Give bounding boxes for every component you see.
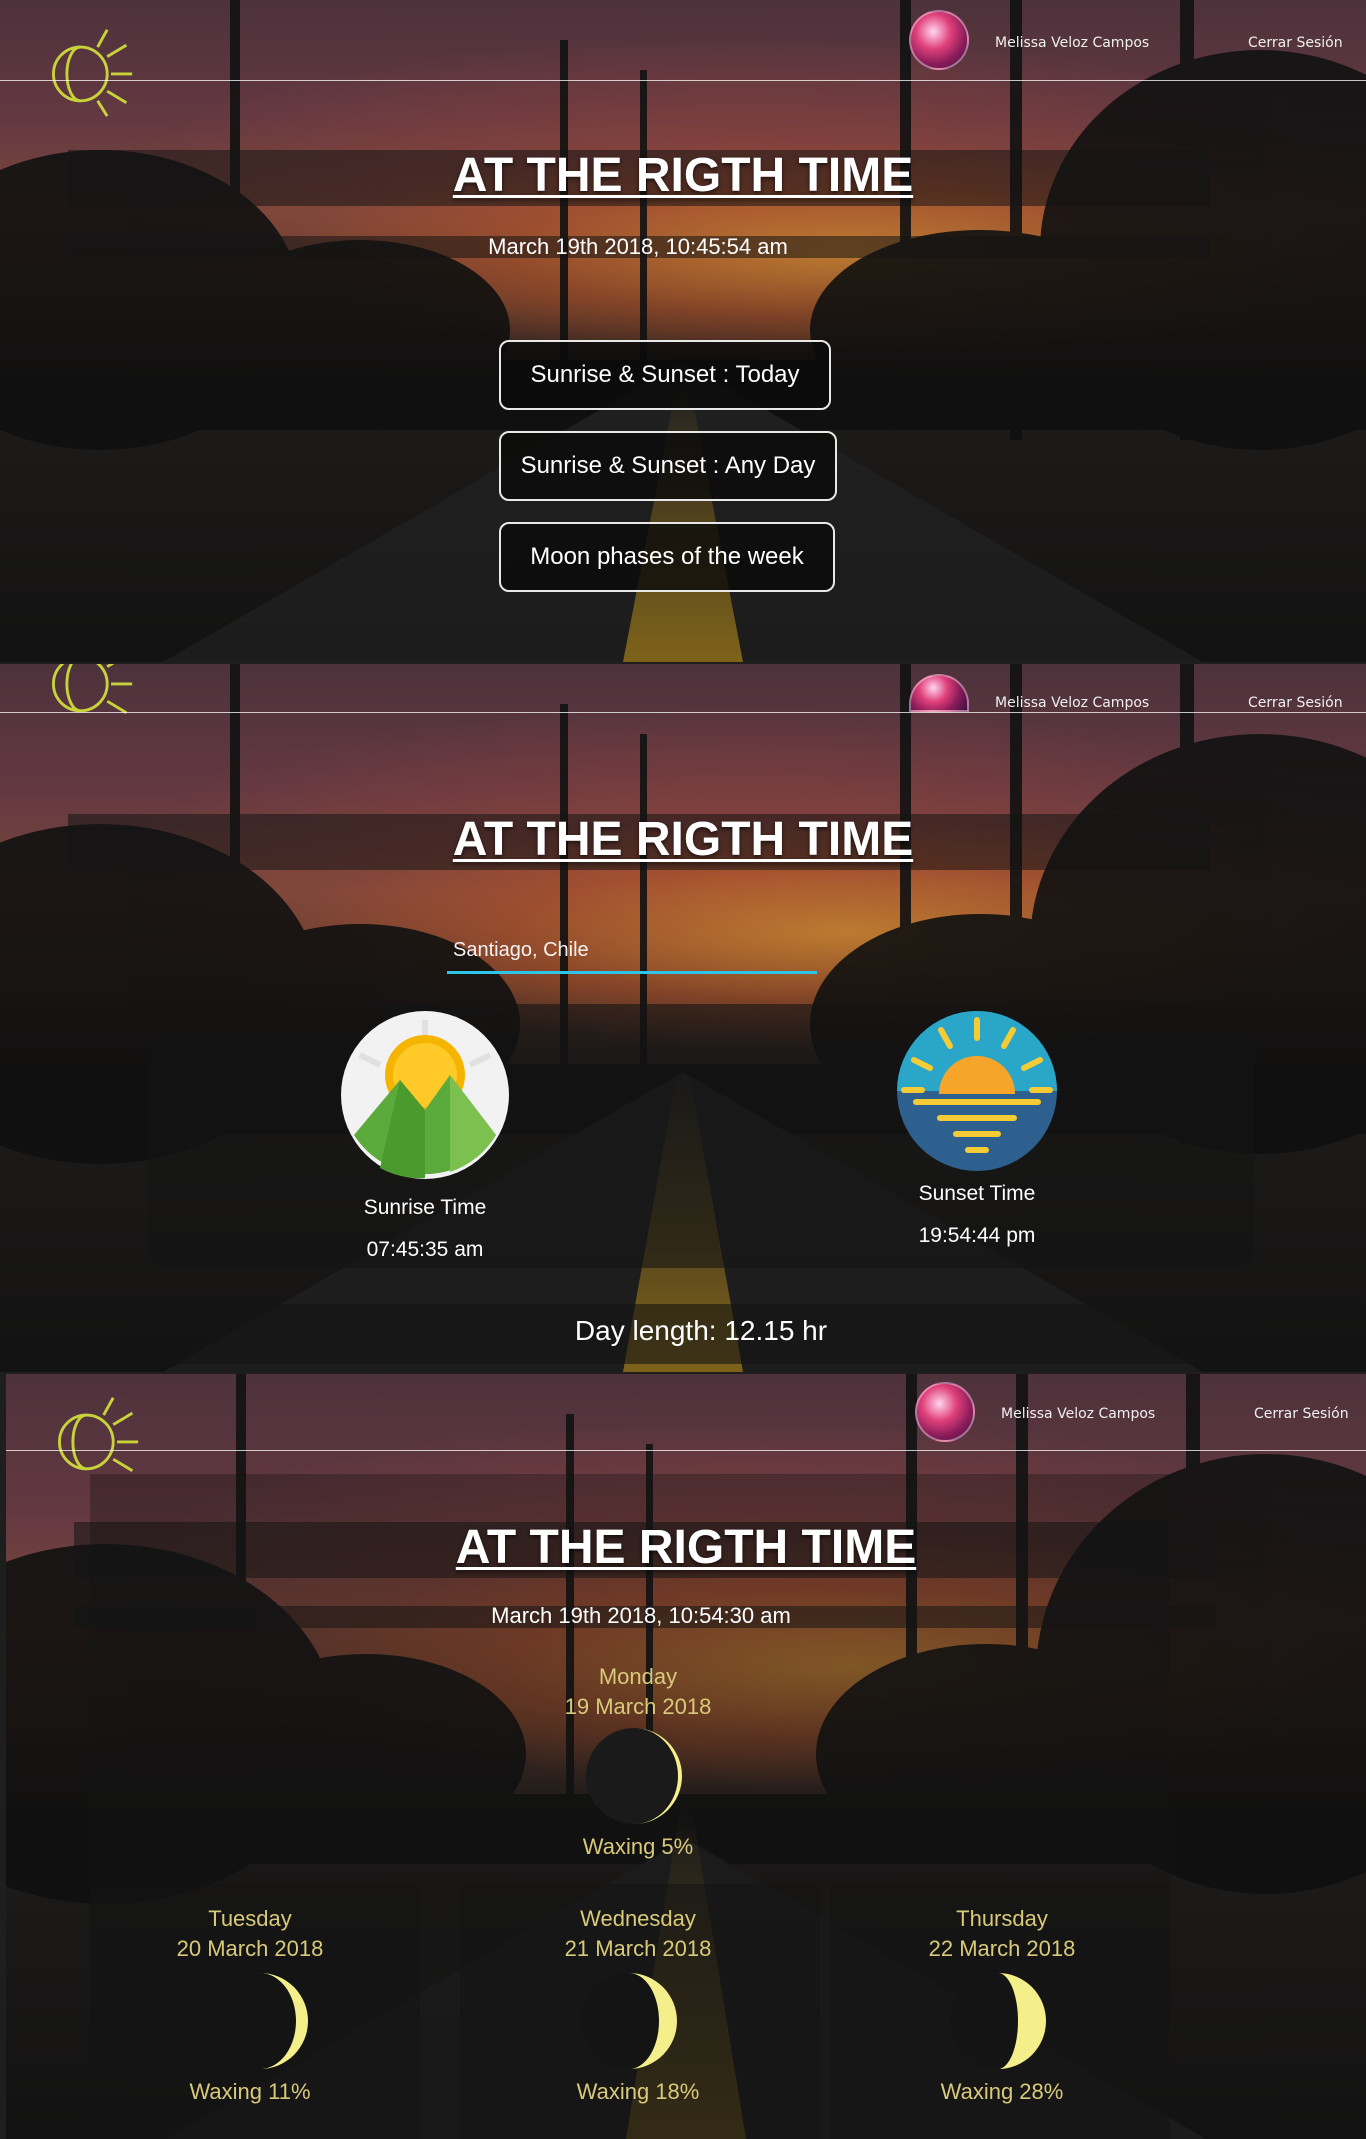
user-name[interactable]: Melissa Veloz Campos bbox=[1001, 1406, 1155, 1422]
moon-phase-icon bbox=[581, 1973, 677, 2069]
sun-times-card bbox=[148, 1004, 1254, 1268]
moon-day-status: Waxing 11% bbox=[189, 2079, 311, 2104]
page-title: AT THE RIGTH TIME bbox=[455, 1521, 917, 1574]
moon-day-date: 20 March 2018 bbox=[176, 1936, 324, 1961]
sunrise-icon bbox=[341, 1011, 509, 1179]
sunset-time: 19:54:44 pm bbox=[918, 1224, 1036, 1247]
sunrise-time: 07:45:35 am bbox=[366, 1238, 484, 1261]
user-avatar[interactable] bbox=[909, 10, 969, 70]
moon-day-name: Wednesday bbox=[580, 1906, 696, 1931]
moon-phases-week-button[interactable]: Moon phases of the week bbox=[499, 522, 835, 592]
city-input[interactable] bbox=[447, 930, 817, 974]
moon-today-status: Waxing 5% bbox=[582, 1834, 694, 1859]
sunset-label: Sunset Time bbox=[918, 1182, 1036, 1205]
logout-link[interactable]: Cerrar Sesión bbox=[1254, 1406, 1349, 1422]
moon-phase-icon bbox=[950, 1973, 1046, 2069]
logout-link[interactable]: Cerrar Sesión bbox=[1248, 695, 1343, 711]
sun-logo-icon[interactable] bbox=[40, 664, 136, 730]
page-title: AT THE RIGTH TIME bbox=[452, 813, 914, 866]
moon-day-date: 21 March 2018 bbox=[564, 1936, 712, 1961]
day-length: Day length: 12.15 hr bbox=[574, 1315, 828, 1346]
sunrise-sunset-screen: Melissa Veloz Campos Cerrar Sesión AT TH… bbox=[0, 664, 1366, 1372]
page-title: AT THE RIGTH TIME bbox=[452, 149, 914, 202]
moon-phases-screen: Melissa Veloz Campos Cerrar Sesión AT TH… bbox=[6, 1374, 1366, 2139]
sun-logo-icon[interactable] bbox=[40, 24, 136, 120]
home-screen: Melissa Veloz Campos Cerrar Sesión AT TH… bbox=[0, 0, 1366, 662]
moon-phase-icon bbox=[212, 1973, 308, 2069]
user-avatar[interactable] bbox=[915, 1382, 975, 1442]
moon-day-date: 22 March 2018 bbox=[928, 1936, 1076, 1961]
header-divider bbox=[0, 80, 1366, 81]
moon-today-phase-icon bbox=[586, 1728, 682, 1824]
current-datetime: March 19th 2018, 10:54:30 am bbox=[491, 1603, 791, 1628]
sunrise-label: Sunrise Time bbox=[363, 1196, 487, 1219]
moon-day-name: Thursday bbox=[956, 1906, 1048, 1931]
user-name[interactable]: Melissa Veloz Campos bbox=[995, 35, 1149, 51]
user-name[interactable]: Melissa Veloz Campos bbox=[995, 695, 1149, 711]
logout-link[interactable]: Cerrar Sesión bbox=[1248, 35, 1343, 51]
moon-today-date: 19 March 2018 bbox=[564, 1694, 712, 1719]
header-divider bbox=[6, 1450, 1366, 1451]
sunrise-sunset-any-day-button[interactable]: Sunrise & Sunset : Any Day bbox=[499, 431, 837, 501]
moon-day-status: Waxing 18% bbox=[576, 2079, 700, 2104]
current-datetime: March 19th 2018, 10:45:54 am bbox=[488, 234, 788, 259]
moon-day-name: Tuesday bbox=[208, 1906, 292, 1931]
sunset-icon bbox=[897, 1011, 1057, 1171]
moon-day-status: Waxing 28% bbox=[940, 2079, 1064, 2104]
moon-today-day: Monday bbox=[598, 1664, 678, 1689]
header-divider bbox=[0, 712, 1366, 713]
sunrise-sunset-today-button[interactable]: Sunrise & Sunset : Today bbox=[499, 340, 831, 410]
